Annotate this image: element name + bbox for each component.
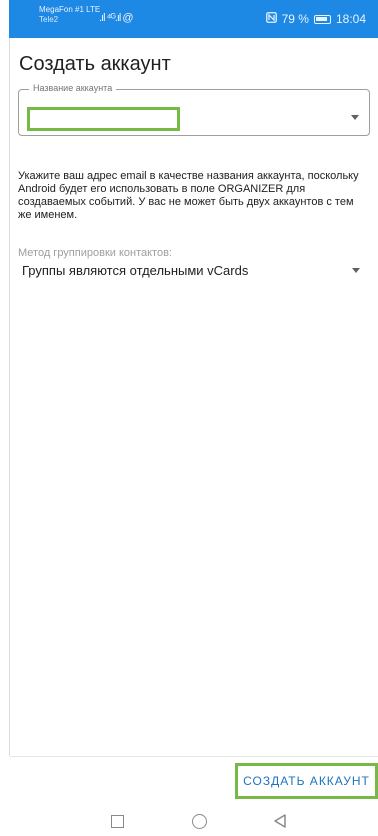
- highlight-box: [27, 107, 180, 131]
- clock: 18:04: [335, 12, 366, 26]
- carrier-info: MegaFon #1 LTE Tele2: [39, 6, 100, 24]
- contact-group-select[interactable]: Группы являются отдельными vCards: [22, 263, 248, 278]
- contact-group-label: Метод группировки контактов:: [18, 247, 172, 259]
- carrier-secondary: Tele2: [39, 15, 59, 24]
- help-text: Укажите ваш адрес email в качестве назва…: [18, 170, 359, 221]
- group-caret-icon[interactable]: [352, 268, 360, 273]
- battery-percent: 79 %: [281, 12, 309, 26]
- account-name-label: Название аккаунта: [29, 83, 117, 93]
- create-account-button[interactable]: СОЗДАТЬ АККАУНТ: [235, 763, 378, 799]
- bottom-divider: [10, 756, 378, 757]
- battery-icon: [313, 14, 331, 24]
- screen-edge: [9, 38, 10, 756]
- home-icon[interactable]: [192, 814, 207, 829]
- status-bar: MegaFon #1 LTE Tele2 .ıl ⁴ᴳ.ıl @ 79 % 18…: [9, 0, 378, 38]
- carrier-primary: MegaFon #1 LTE: [39, 5, 101, 14]
- back-icon[interactable]: [272, 813, 288, 829]
- page-title: Создать аккаунт: [19, 53, 171, 75]
- system-nav-bar: [9, 800, 378, 836]
- nfc-icon: [265, 12, 277, 26]
- dropdown-caret-icon[interactable]: [351, 115, 359, 120]
- status-right: 79 % 18:04: [265, 12, 366, 26]
- recents-icon[interactable]: [111, 815, 124, 828]
- signal-icon: .ıl ⁴ᴳ.ıl @: [99, 12, 134, 24]
